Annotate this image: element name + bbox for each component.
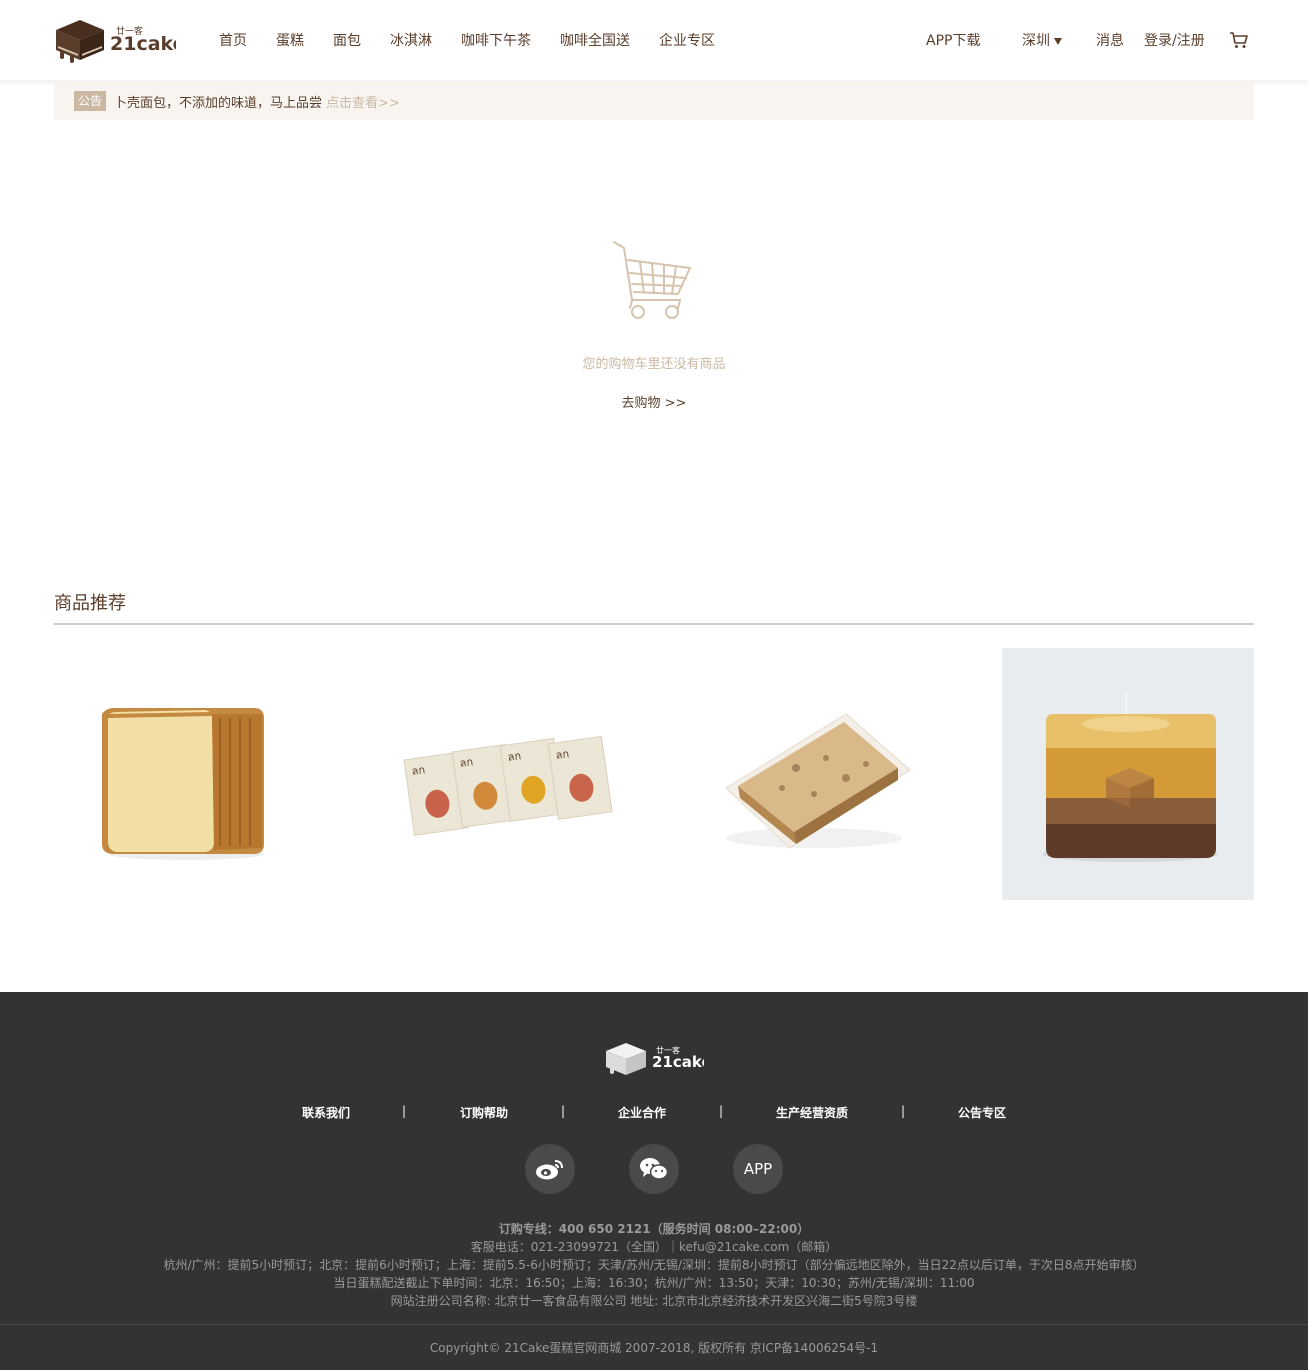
nav-cakes[interactable]: 蛋糕 (276, 30, 304, 50)
footer-link-business[interactable]: 企业合作 (618, 1104, 666, 1121)
nav-bread[interactable]: 面包 (333, 30, 361, 50)
nav-enterprise[interactable]: 企业专区 (659, 30, 715, 50)
city-label: 深圳 (1022, 33, 1050, 49)
announcement-link[interactable]: 点击查看>> (326, 96, 400, 111)
site-header: 廿一客 21cake 首页 蛋糕 面包 冰淇淋 咖啡下午茶 咖啡全国送 企业专区… (0, 0, 1308, 80)
go-shopping-row: 去购物 >> (0, 392, 1308, 411)
copyright: Copyright© 21Cake蛋糕官网商城 2007-2018, 版权所有 … (429, 1341, 879, 1355)
footer-separator: | (402, 1104, 407, 1118)
nav-coffee-delivery[interactable]: 咖啡全国送 (560, 30, 630, 50)
footer-link-qualifications[interactable]: 生产经营资质 (776, 1104, 848, 1121)
delivery-cutoff: 当日蛋糕配送截止下单时间：北京：16:50；上海：16:30；杭州/广州：13:… (333, 1276, 975, 1290)
footer-link-contact[interactable]: 联系我们 (302, 1104, 350, 1121)
nav-home[interactable]: 首页 (219, 30, 247, 50)
recommendations-divider (54, 623, 1254, 625)
nav-icecream[interactable]: 冰淇淋 (390, 30, 432, 50)
empty-cart-icon (610, 238, 696, 330)
go-shopping-link[interactable]: 去购物 >> (622, 396, 687, 411)
svg-text:ลก: ลก (459, 755, 474, 770)
announcement-bar: 公告 卜壳面包，不添加的味道，马上品尝 点击查看>> (54, 82, 1254, 120)
bread-product-image[interactable] (54, 648, 306, 900)
cart-icon[interactable] (1229, 30, 1249, 50)
footer-link-announcements[interactable]: 公告专区 (958, 1104, 1006, 1121)
announcement-text: 卜壳面包，不添加的味道，马上品尝 点击查看>> (114, 92, 400, 111)
brand-logo[interactable]: 廿一客 21cake (54, 16, 176, 64)
footer-separator: | (719, 1104, 724, 1118)
weibo-icon[interactable] (525, 1144, 575, 1194)
footer-logo-text: 21cake (652, 1053, 704, 1071)
main-nav: 首页 蛋糕 面包 冰淇淋 咖啡下午茶 咖啡全国送 企业专区 (219, 30, 744, 50)
company-info: 网站注册公司名称: 北京廿一客食品有限公司 地址: 北京市北京经济技术开发区兴海… (390, 1294, 918, 1308)
footer-divider (0, 1324, 1308, 1325)
candle-product-image[interactable] (1002, 648, 1254, 900)
svg-text:ลก: ลก (507, 749, 522, 764)
logo-text: 21cake (110, 33, 176, 55)
site-footer: 廿一客 21cake 联系我们 | 订购帮助 | 企业合作 | 生产经营资质 |… (0, 992, 1308, 1370)
announcement-message: 卜壳面包，不添加的味道，马上品尝 (114, 96, 323, 111)
product-grid: ลก ลก ลก ลก (54, 648, 1254, 900)
empty-cart-message: 您的购物车里还没有商品 (582, 357, 726, 372)
svg-text:ลก: ลก (411, 763, 426, 778)
footer-separator: | (901, 1104, 906, 1118)
preorder-info: 杭州/广州：提前5小时预订；北京：提前6小时预订；上海：提前5.5-6小时预订；… (163, 1258, 1145, 1272)
app-icon-label: APP (743, 1160, 773, 1178)
recommendations-title: 商品推荐 (54, 593, 126, 614)
coffee-drip-product-image[interactable]: ลก ลก ลก ลก (370, 648, 622, 900)
nav-coffee-tea[interactable]: 咖啡下午茶 (461, 30, 531, 50)
wechat-icon[interactable] (629, 1144, 679, 1194)
announcement-badge: 公告 (74, 91, 107, 111)
messages-link[interactable]: 消息 (1096, 30, 1124, 50)
customer-service: 客服电话：021-23099721（全国）｜kefu@21cake.com（邮箱… (470, 1240, 838, 1254)
cake-slice-product-image[interactable] (686, 648, 938, 900)
app-icon[interactable]: APP (733, 1144, 783, 1194)
svg-text:ลก: ลก (555, 747, 570, 762)
city-selector[interactable]: 深圳 (1022, 30, 1062, 50)
footer-logo[interactable]: 廿一客 21cake (604, 1039, 712, 1079)
footer-link-order-help[interactable]: 订购帮助 (460, 1104, 508, 1121)
login-register-link[interactable]: 登录/注册 (1144, 30, 1205, 50)
footer-separator: | (561, 1104, 566, 1118)
app-download-link[interactable]: APP下载 (926, 30, 980, 50)
order-hotline: 订购专线：400 650 2121（服务时间 08:00–22:00） (498, 1222, 810, 1236)
caret-down-icon (1054, 37, 1062, 45)
footer-info: 订购专线：400 650 2121（服务时间 08:00–22:00） 客服电话… (0, 1220, 1308, 1310)
